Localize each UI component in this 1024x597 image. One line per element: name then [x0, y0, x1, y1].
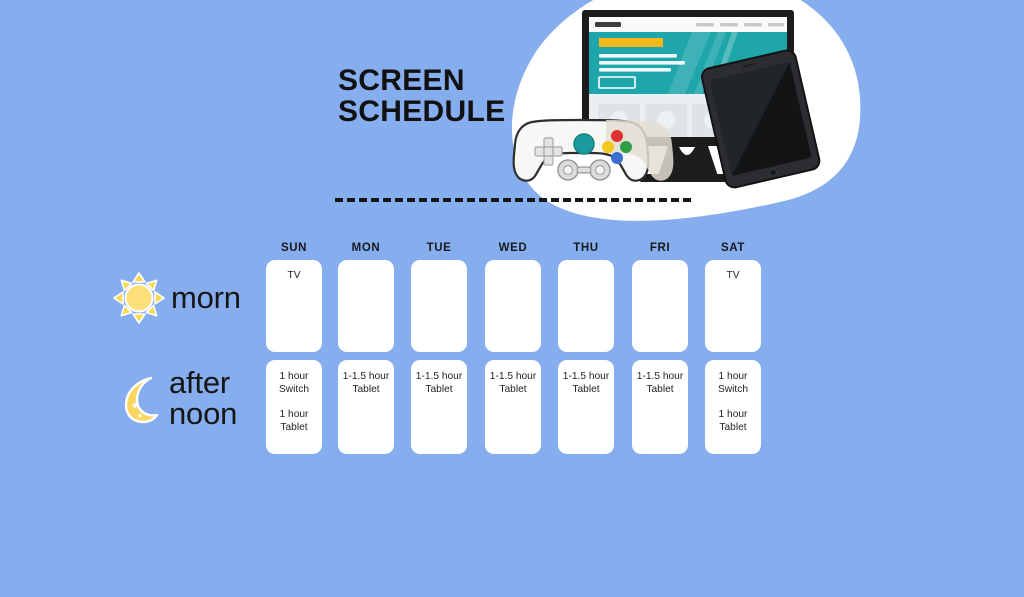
title-line-2: SCHEDULE: [338, 95, 506, 129]
day-column-thu: THU 1-1.5 hour Tablet: [558, 240, 614, 454]
crescent-moon-icon: [113, 373, 165, 425]
day-header-fri: FRI: [649, 242, 671, 254]
sun-icon: [111, 270, 167, 326]
cell-thu-morning[interactable]: [558, 260, 614, 352]
cell-sun-morning[interactable]: TV: [266, 260, 322, 352]
row-label-afternoon-text: after noon: [169, 365, 238, 431]
day-header-sun: SUN: [280, 242, 308, 254]
day-header-tue: TUE: [426, 242, 452, 254]
schedule-grid: morn after noon SUN TV 1 hour Switch 1 h…: [0, 240, 1024, 470]
cell-mon-morning[interactable]: [338, 260, 394, 352]
row-label-morning: morn: [111, 270, 241, 326]
day-column-mon: MON 1-1.5 hour Tablet: [338, 240, 394, 454]
dashed-divider: [335, 198, 691, 202]
day-header-mon: MON: [351, 242, 381, 254]
game-controller-icon: [512, 118, 674, 182]
day-header-wed: WED: [498, 242, 528, 254]
day-column-fri: FRI 1-1.5 hour Tablet: [632, 240, 688, 454]
page-title: SCREEN SCHEDULE: [338, 64, 548, 129]
screen-schedule-poster: SCREEN SCHEDULE morn after noon SUN TV 1…: [0, 0, 1024, 597]
cell-fri-afternoon[interactable]: 1-1.5 hour Tablet: [632, 360, 688, 454]
cell-sun-afternoon[interactable]: 1 hour Switch 1 hour Tablet: [266, 360, 322, 454]
cell-mon-afternoon[interactable]: 1-1.5 hour Tablet: [338, 360, 394, 454]
day-column-sat: SAT TV 1 hour Switch 1 hour Tablet: [705, 240, 761, 454]
row-label-afternoon: after noon: [113, 365, 238, 431]
row-label-column: morn after noon: [105, 240, 265, 465]
cell-wed-morning[interactable]: [485, 260, 541, 352]
title-line-1: SCREEN: [338, 64, 465, 97]
cell-wed-afternoon[interactable]: 1-1.5 hour Tablet: [485, 360, 541, 454]
cell-tue-morning[interactable]: [411, 260, 467, 352]
cell-tue-afternoon[interactable]: 1-1.5 hour Tablet: [411, 360, 467, 454]
day-header-sat: SAT: [721, 242, 745, 254]
day-header-thu: THU: [573, 242, 599, 254]
row-label-morning-text: morn: [171, 279, 241, 315]
cell-sat-morning[interactable]: TV: [705, 260, 761, 352]
day-column-sun: SUN TV 1 hour Switch 1 hour Tablet: [266, 240, 322, 454]
cell-thu-afternoon[interactable]: 1-1.5 hour Tablet: [558, 360, 614, 454]
cell-fri-morning[interactable]: [632, 260, 688, 352]
day-column-tue: TUE 1-1.5 hour Tablet: [411, 240, 467, 454]
day-column-wed: WED 1-1.5 hour Tablet: [485, 240, 541, 454]
cell-sat-afternoon[interactable]: 1 hour Switch 1 hour Tablet: [705, 360, 761, 454]
